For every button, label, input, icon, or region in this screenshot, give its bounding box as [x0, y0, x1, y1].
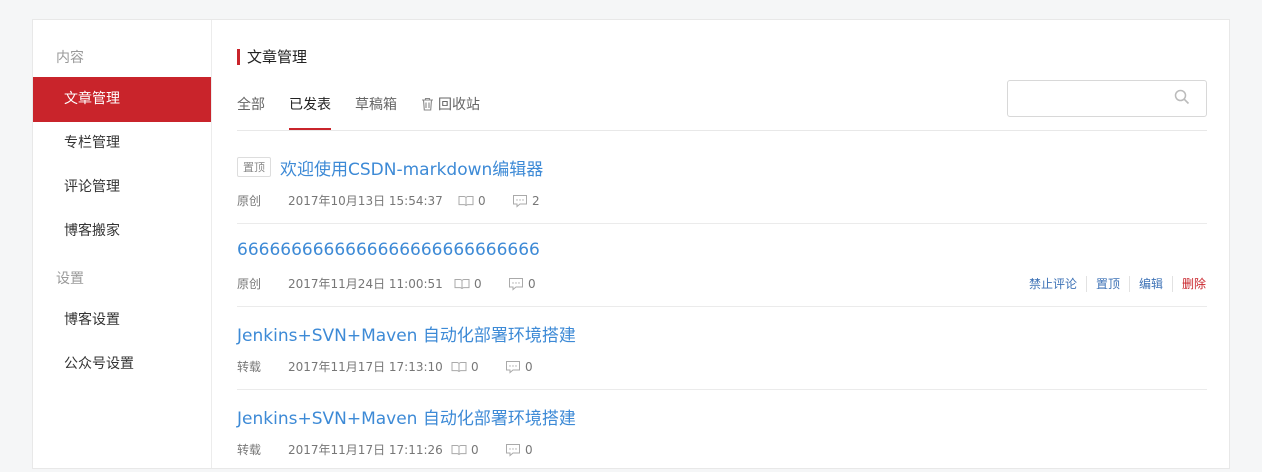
comment-icon — [506, 361, 520, 374]
article-actions: 禁止评论 置顶 编辑 删除 — [1020, 276, 1206, 292]
disable-comments-button[interactable]: 禁止评论 — [1020, 276, 1086, 292]
article-row: 6666666666666666666666666666 原创 2017年11月… — [237, 223, 1207, 307]
tab-label: 已发表 — [289, 97, 331, 113]
tab-drafts[interactable]: 草稿箱 — [355, 94, 397, 130]
article-date: 2017年11月17日 17:13:10 — [288, 360, 443, 374]
article-type: 原创 — [237, 277, 262, 291]
search-input[interactable] — [1016, 82, 1180, 117]
book-icon — [451, 362, 467, 373]
article-title-link[interactable]: 6666666666666666666666666666 — [237, 240, 540, 260]
comment-count: 2 — [512, 193, 540, 209]
pinned-badge: 置顶 — [237, 157, 271, 177]
sidebar-item-article-management[interactable]: 文章管理 — [33, 77, 211, 122]
edit-button[interactable]: 编辑 — [1128, 276, 1172, 292]
pin-button[interactable]: 置顶 — [1085, 276, 1129, 292]
tab-label: 回收站 — [438, 97, 480, 113]
book-icon — [454, 279, 470, 290]
search-box — [1007, 80, 1207, 117]
page-title: 文章管理 — [237, 48, 307, 66]
article-type: 原创 — [237, 194, 262, 208]
read-count-value: 0 — [471, 360, 479, 374]
comment-count: 0 — [508, 276, 536, 292]
book-icon — [451, 445, 467, 456]
book-icon — [458, 196, 474, 207]
sidebar-item-column-management[interactable]: 专栏管理 — [33, 121, 211, 166]
article-title-link[interactable]: Jenkins+SVN+Maven 自动化部署环境搭建 — [237, 321, 576, 346]
comment-icon — [513, 195, 527, 208]
tab-all[interactable]: 全部 — [237, 94, 265, 130]
sidebar-item-blog-settings[interactable]: 博客设置 — [33, 298, 211, 343]
content-panel: 内容 文章管理 专栏管理 评论管理 博客搬家 设置 博客设置 公众号设置 文章管… — [32, 19, 1230, 469]
sidebar-section-content: 内容 — [56, 50, 84, 66]
article-title-link[interactable]: Jenkins+SVN+Maven 自动化部署环境搭建 — [237, 404, 576, 429]
read-count: 0 — [454, 276, 482, 292]
sidebar-item-comment-management[interactable]: 评论管理 — [33, 165, 211, 210]
comment-count-value: 2 — [532, 194, 540, 208]
article-row: 置顶 欢迎使用CSDN-markdown编辑器 原创 2017年10月13日 1… — [237, 140, 1207, 224]
search-icon[interactable] — [1174, 89, 1190, 109]
article-date: 2017年11月24日 11:00:51 — [288, 277, 443, 291]
read-count-value: 0 — [474, 277, 482, 291]
tab-recycle-bin[interactable]: 回收站 — [421, 94, 480, 130]
article-row: Jenkins+SVN+Maven 自动化部署环境搭建 转载 2017年11月1… — [237, 306, 1207, 390]
read-count-value: 0 — [478, 194, 486, 208]
article-type: 转载 — [237, 360, 262, 374]
article-date: 2017年10月13日 15:54:37 — [288, 194, 443, 208]
article-title-link[interactable]: 欢迎使用CSDN-markdown编辑器 — [280, 155, 543, 180]
read-count: 0 — [458, 193, 486, 209]
comment-icon — [506, 444, 520, 457]
main-content: 文章管理 全部 已发表 草稿箱 回收站 置顶 欢迎使用CSDN-markdown… — [237, 20, 1207, 468]
comment-count: 0 — [505, 359, 533, 375]
comment-icon — [509, 278, 523, 291]
tab-label: 全部 — [237, 97, 265, 113]
delete-button[interactable]: 删除 — [1171, 276, 1206, 292]
sidebar-section-settings: 设置 — [56, 271, 84, 287]
trash-icon — [421, 97, 434, 115]
comment-count-value: 0 — [528, 277, 536, 291]
comment-count-value: 0 — [525, 360, 533, 374]
read-count: 0 — [451, 359, 479, 375]
tab-published[interactable]: 已发表 — [289, 94, 331, 130]
tabs-divider — [237, 130, 1207, 131]
sidebar-item-official-account-settings[interactable]: 公众号设置 — [33, 342, 211, 387]
sidebar-item-blog-migration[interactable]: 博客搬家 — [33, 209, 211, 254]
tab-label: 草稿箱 — [355, 97, 397, 113]
article-row: Jenkins+SVN+Maven 自动化部署环境搭建 转载 2017年11月1… — [237, 389, 1207, 472]
sidebar: 内容 文章管理 专栏管理 评论管理 博客搬家 设置 博客设置 公众号设置 — [33, 20, 212, 468]
